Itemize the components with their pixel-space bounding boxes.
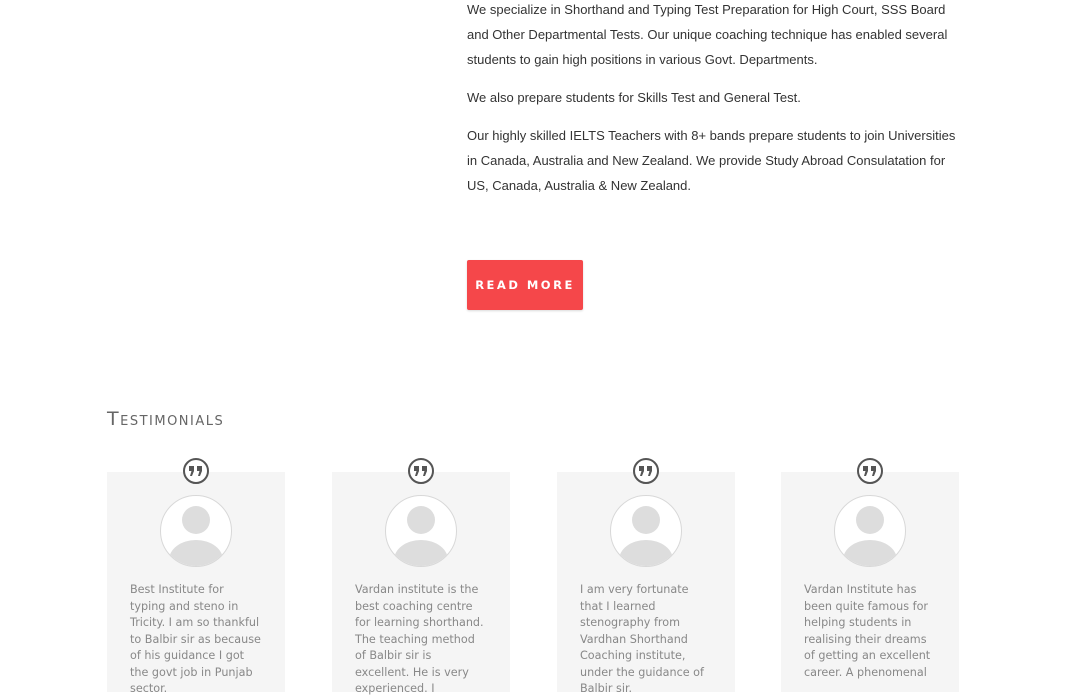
- quote-icon: [183, 458, 209, 484]
- about-paragraph-2: We also prepare students for Skills Test…: [467, 90, 801, 105]
- testimonial-card-3: I am very fortunate that I learned steno…: [557, 458, 735, 695]
- avatar: [385, 495, 457, 567]
- avatar: [160, 495, 232, 567]
- about-paragraph-3: Our highly skilled IELTS Teachers with 8…: [467, 128, 956, 193]
- testimonial-text: I am very fortunate that I learned steno…: [580, 583, 704, 695]
- quote-icon: [857, 458, 883, 484]
- about-paragraph-1: We specialize in Shorthand and Typing Te…: [467, 2, 948, 67]
- testimonial-card-2: Vardan institute is the best coaching ce…: [332, 458, 510, 695]
- avatar: [610, 495, 682, 567]
- quote-icon: [633, 458, 659, 484]
- testimonials-title: Testimonials: [107, 408, 225, 430]
- testimonial-text: Vardan institute is the best coaching ce…: [355, 583, 484, 695]
- about-section: We specialize in Shorthand and Typing Te…: [467, 0, 967, 211]
- read-more-button[interactable]: READ MORE: [467, 260, 583, 310]
- testimonial-card-1: Best Institute for typing and steno in T…: [107, 458, 285, 695]
- testimonial-text: Vardan Institute has been quite famous f…: [804, 583, 931, 679]
- avatar: [834, 495, 906, 567]
- quote-icon: [408, 458, 434, 484]
- testimonial-card-4: Vardan Institute has been quite famous f…: [781, 458, 959, 692]
- testimonial-text: Best Institute for typing and steno in T…: [130, 583, 261, 695]
